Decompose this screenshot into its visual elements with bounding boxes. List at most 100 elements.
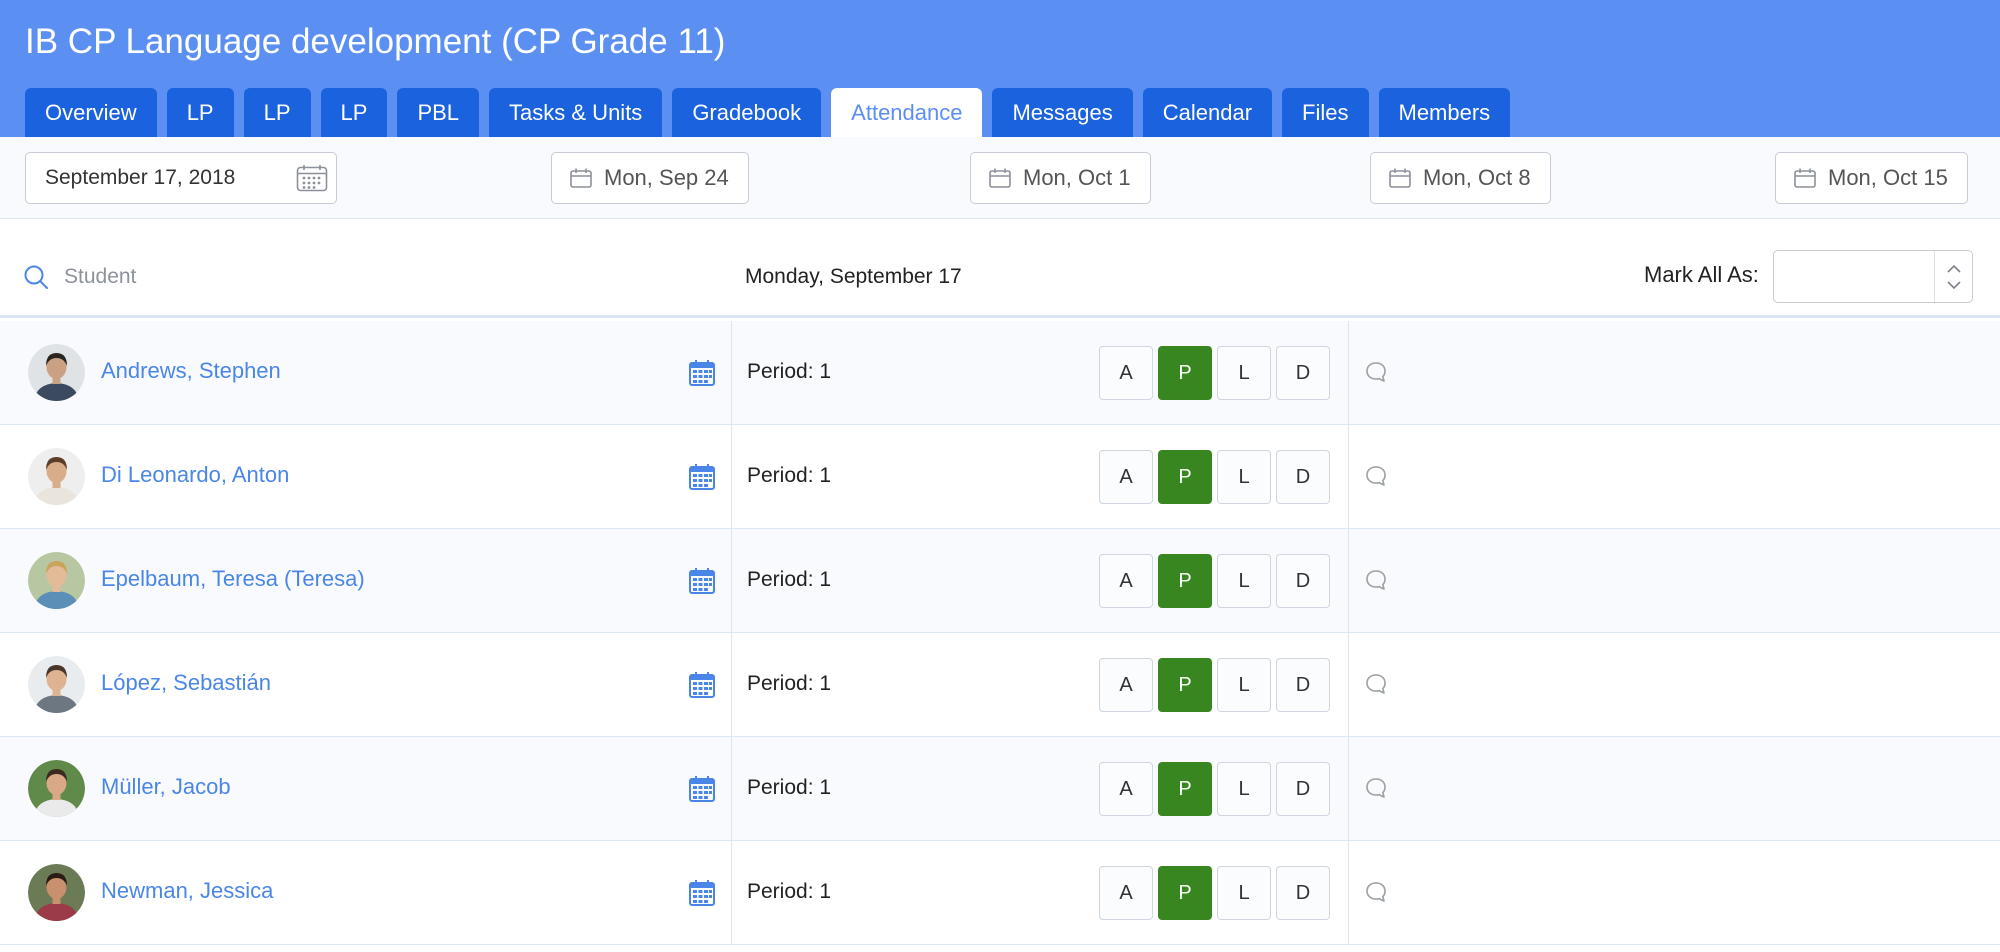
tab-lp-3[interactable]: LP	[320, 88, 388, 137]
column-divider	[731, 321, 732, 425]
column-divider	[731, 633, 732, 737]
comment-icon[interactable]	[1364, 360, 1388, 384]
period-label: Period: 1	[747, 672, 832, 695]
current-date-value: September 17, 2018	[45, 166, 236, 189]
calendar-icon[interactable]	[688, 567, 716, 595]
student-name-link[interactable]: Di Leonardo, Anton	[101, 462, 289, 488]
attendance-list: Andrews, Stephen Period: 1 A P L D Di Leonardo…	[0, 321, 2000, 945]
period-label: Period: 1	[747, 360, 832, 383]
attendance-button-l[interactable]: L	[1217, 866, 1271, 920]
date-navigation-bar: September 17, 2018 Mon, Sep 24 Mon, Oct 1…	[0, 137, 2000, 219]
tab-files[interactable]: Files	[1282, 88, 1369, 137]
attendance-button-d[interactable]: D	[1276, 450, 1330, 504]
attendance-button-a[interactable]: A	[1099, 450, 1153, 504]
period-label: Period: 1	[747, 776, 832, 799]
attendance-button-d[interactable]: D	[1276, 866, 1330, 920]
comment-icon[interactable]	[1364, 672, 1388, 696]
tab-tasks-units[interactable]: Tasks & Units	[489, 88, 663, 137]
column-divider	[731, 841, 732, 945]
student-name-link[interactable]: Müller, Jacob	[101, 774, 231, 800]
week-button-3[interactable]: Mon, Oct 8	[1370, 152, 1551, 204]
attendance-button-l[interactable]: L	[1217, 658, 1271, 712]
student-row: Andrews, Stephen Period: 1 APLD	[0, 321, 2000, 425]
attendance-button-l[interactable]: L	[1217, 762, 1271, 816]
week-button-1[interactable]: Mon, Sep 24	[551, 152, 749, 204]
course-tabs: Overview LP LP LP PBL Tasks & Units Gradebook A…	[25, 88, 1511, 137]
tab-messages[interactable]: Messages	[992, 88, 1133, 137]
calendar-icon	[989, 168, 1011, 188]
attendance-button-p[interactable]: P	[1158, 346, 1212, 400]
tab-members[interactable]: Members	[1378, 88, 1511, 137]
student-name-link[interactable]: Andrews, Stephen	[101, 358, 281, 384]
chevron-up-icon[interactable]	[1946, 264, 1961, 273]
student-row: Newman, Jessica Period: 1 APLD	[0, 841, 2000, 945]
tab-lp-2[interactable]: LP	[243, 88, 311, 137]
calendar-grid-icon[interactable]	[296, 164, 328, 192]
week-label: Mon, Oct 8	[1423, 165, 1531, 190]
avatar	[28, 344, 85, 401]
mark-all-label: Mark All As:	[1644, 262, 1759, 287]
course-title: IB CP Language development (CP Grade 11)	[25, 22, 726, 61]
tab-calendar[interactable]: Calendar	[1142, 88, 1273, 137]
attendance-button-p[interactable]: P	[1158, 554, 1212, 608]
attendance-button-a[interactable]: A	[1099, 658, 1153, 712]
avatar	[28, 864, 85, 921]
attendance-button-p[interactable]: P	[1158, 450, 1212, 504]
attendance-button-d[interactable]: D	[1276, 762, 1330, 816]
course-header: IB CP Language development (CP Grade 11)…	[0, 0, 2000, 137]
attendance-button-d[interactable]: D	[1276, 346, 1330, 400]
calendar-icon[interactable]	[688, 775, 716, 803]
comment-icon[interactable]	[1364, 880, 1388, 904]
calendar-icon[interactable]	[688, 359, 716, 387]
mark-all-stepper[interactable]	[1934, 251, 1972, 302]
student-row: Epelbaum, Teresa (Teresa) Period: 1 APLD	[0, 529, 2000, 633]
week-label: Mon, Oct 1	[1023, 165, 1131, 190]
week-button-4[interactable]: Mon, Oct 15	[1775, 152, 1968, 204]
chevron-down-icon[interactable]	[1946, 280, 1961, 290]
attendance-button-l[interactable]: L	[1217, 554, 1271, 608]
tab-attendance[interactable]: Attendance	[831, 88, 983, 137]
attendance-button-a[interactable]: A	[1099, 554, 1153, 608]
student-search-input[interactable]	[64, 259, 564, 295]
column-divider	[1348, 425, 1349, 529]
student-name-link[interactable]: López, Sebastián	[101, 670, 271, 696]
period-label: Period: 1	[747, 568, 832, 591]
calendar-icon	[570, 168, 592, 188]
week-button-2[interactable]: Mon, Oct 1	[970, 152, 1151, 204]
comment-icon[interactable]	[1364, 776, 1388, 800]
avatar	[28, 760, 85, 817]
calendar-icon[interactable]	[688, 463, 716, 491]
column-divider	[1348, 529, 1349, 633]
attendance-button-d[interactable]: D	[1276, 554, 1330, 608]
calendar-icon	[1794, 168, 1816, 188]
tab-pbl[interactable]: PBL	[397, 88, 480, 137]
attendance-button-d[interactable]: D	[1276, 658, 1330, 712]
attendance-button-l[interactable]: L	[1217, 450, 1271, 504]
comment-icon[interactable]	[1364, 464, 1388, 488]
mark-all-select[interactable]	[1773, 250, 1973, 303]
tab-overview[interactable]: Overview	[25, 88, 157, 137]
tab-lp-1[interactable]: LP	[166, 88, 234, 137]
calendar-icon[interactable]	[688, 879, 716, 907]
attendance-button-p[interactable]: P	[1158, 866, 1212, 920]
avatar	[28, 656, 85, 713]
attendance-button-a[interactable]: A	[1099, 866, 1153, 920]
comment-icon[interactable]	[1364, 568, 1388, 592]
student-row: Di Leonardo, Anton Period: 1 APLD	[0, 425, 2000, 529]
tab-gradebook[interactable]: Gradebook	[672, 88, 822, 137]
column-divider	[1348, 633, 1349, 737]
day-label: Monday, September 17	[745, 265, 962, 288]
student-name-link[interactable]: Newman, Jessica	[101, 878, 273, 904]
attendance-button-l[interactable]: L	[1217, 346, 1271, 400]
column-divider	[731, 529, 732, 633]
period-label: Period: 1	[747, 880, 832, 903]
attendance-button-a[interactable]: A	[1099, 346, 1153, 400]
attendance-button-p[interactable]: P	[1158, 762, 1212, 816]
attendance-button-p[interactable]: P	[1158, 658, 1212, 712]
student-name-link[interactable]: Epelbaum, Teresa (Teresa)	[101, 566, 365, 592]
student-row: Müller, Jacob Period: 1 APLD	[0, 737, 2000, 841]
current-date-picker[interactable]: September 17, 2018	[25, 152, 337, 204]
week-label: Mon, Sep 24	[604, 165, 729, 190]
attendance-button-a[interactable]: A	[1099, 762, 1153, 816]
calendar-icon[interactable]	[688, 671, 716, 699]
